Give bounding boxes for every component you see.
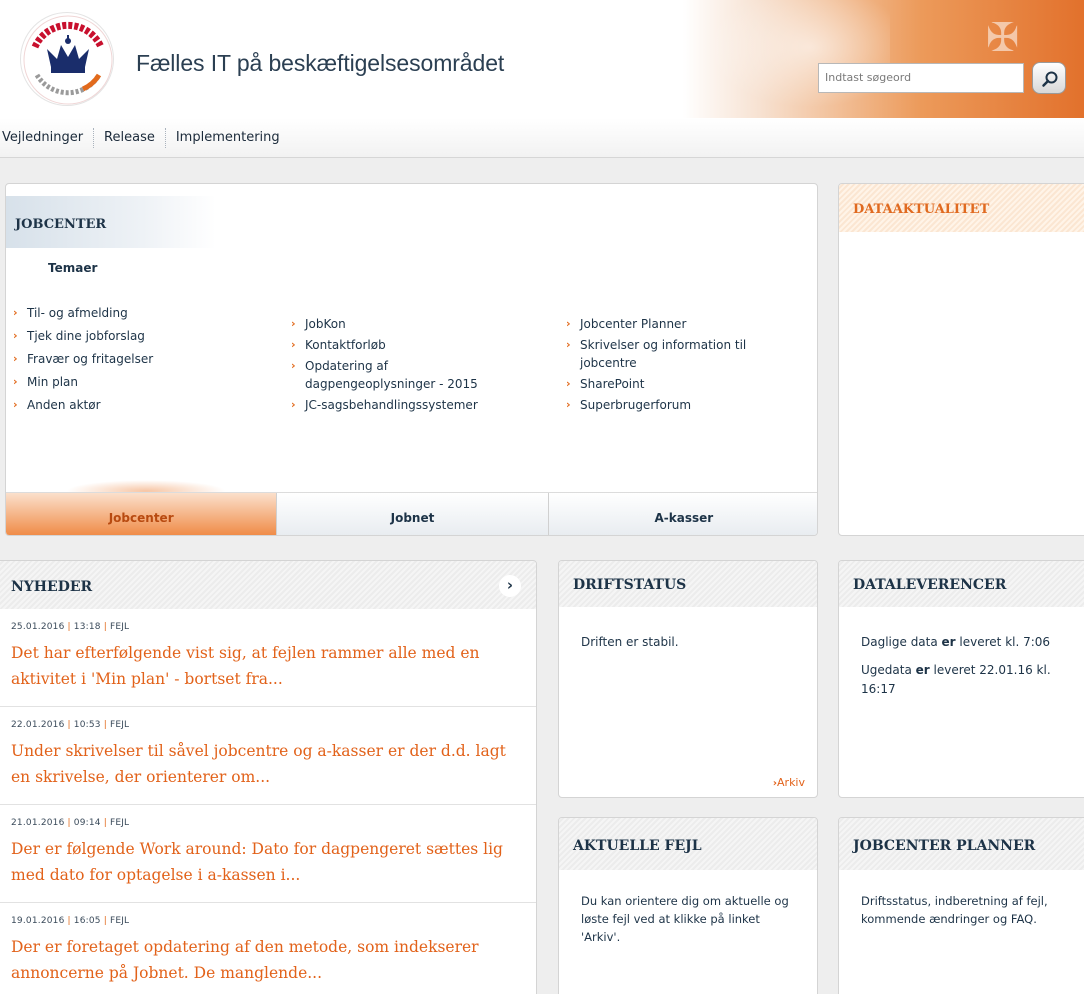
weekly-data-status: Ugedata er leveret 22.01.16 kl. 16:17 <box>861 663 1051 696</box>
aktuelle-fejl-title: AKTUELLE FEJL <box>559 818 817 870</box>
nyheder-panel: NYHEDER › 25.01.2016 | 13:18 | FEJL Det har … <box>0 560 537 994</box>
news-item[interactable]: 22.01.2016 | 10:53 | FEJL Under skrivelser t… <box>0 707 536 805</box>
news-meta: 21.01.2016 | 09:14 | FEJL <box>11 818 130 828</box>
dataleverencer-panel: DATALEVERENCER Daglige data er leveret k… <box>838 560 1084 798</box>
link-fravaer[interactable]: › Fravær og fritagelser <box>13 350 263 368</box>
jobcenter-tabs: Jobcenter Jobnet A-kasser <box>6 492 817 535</box>
search-input[interactable]: Indtast søgeord <box>818 63 1024 93</box>
daily-data-status: Daglige data er leveret kl. 7:06 <box>861 635 1051 649</box>
search-icon <box>1042 71 1058 87</box>
chevron-right-icon: › <box>13 306 18 319</box>
tab-jobcenter[interactable]: Jobcenter <box>6 493 278 535</box>
arkiv-link[interactable]: ›Arkiv <box>773 776 805 789</box>
link-jobcenter-planner[interactable]: › Jobcenter Planner <box>566 315 806 333</box>
site-logo[interactable] <box>20 12 114 106</box>
search-button[interactable] <box>1032 62 1066 94</box>
chevron-right-icon: › <box>566 377 571 390</box>
dataleverencer-title: DATALEVERENCER <box>839 561 1084 607</box>
chevron-right-icon: › <box>566 338 571 351</box>
driftstatus-panel: DRIFTSTATUS Driften er stabil. ›Arkiv <box>558 560 818 798</box>
jobcenter-title: JOBCENTER <box>6 196 216 248</box>
chevron-right-icon: › <box>13 398 18 411</box>
news-meta: 22.01.2016 | 10:53 | FEJL <box>11 720 130 730</box>
aktuelle-fejl-text: Du kan orientere dig om aktuelle og løst… <box>581 894 789 944</box>
nav-item-implementering[interactable]: Implementering <box>164 127 290 148</box>
news-headline-link[interactable]: Der er foretaget opdatering af den metod… <box>11 934 524 986</box>
nyheder-title: NYHEDER <box>11 579 93 595</box>
jobcenter-planner-text: Driftsstatus, indberetning af fejl, komm… <box>861 894 1048 926</box>
chevron-right-icon: › <box>566 317 571 330</box>
nyheder-header: NYHEDER › <box>0 561 536 609</box>
jobcenter-panel: JOBCENTER Temaer › Til- og afmelding › Tje… <box>5 183 818 536</box>
nav-item-vejledninger[interactable]: Vejledninger <box>0 128 93 148</box>
chevron-right-icon: › <box>566 398 571 411</box>
news-item[interactable]: 19.01.2016 | 16:05 | FEJL Der er foretaget o… <box>0 903 536 994</box>
link-jobkon[interactable]: › JobKon <box>291 315 531 333</box>
chevron-right-icon: › <box>13 329 18 342</box>
aktuelle-fejl-panel: AKTUELLE FEJL Du kan orientere dig om ak… <box>558 817 818 994</box>
temaer-column-3: › Jobcenter Planner › Skrivelser og inform… <box>566 315 806 417</box>
header-swirl-decoration <box>690 0 890 118</box>
news-headline-link[interactable]: Under skrivelser til såvel jobcentre og … <box>11 738 524 790</box>
chevron-right-icon: › <box>291 317 296 330</box>
chevron-right-icon: › <box>291 398 296 411</box>
link-sharepoint[interactable]: › SharePoint <box>566 375 806 393</box>
link-jc-sagsbehandling[interactable]: › JC-sagsbehandlingssystemer <box>291 396 531 414</box>
jobcenter-planner-title: JOBCENTER PLANNER <box>839 818 1084 870</box>
news-headline-link[interactable]: Der er følgende Work around: Dato for da… <box>11 836 524 888</box>
tab-a-kasser[interactable]: A-kasser <box>548 493 817 535</box>
link-til-og-afmelding[interactable]: › Til- og afmelding <box>13 304 263 322</box>
news-more-chevron-icon[interactable]: › <box>499 575 521 597</box>
nav-item-release[interactable]: Release <box>93 127 165 148</box>
temaer-heading: Temaer <box>48 261 98 275</box>
tab-jobnet[interactable]: Jobnet <box>277 493 549 535</box>
news-headline-link[interactable]: Det har efterfølgende vist sig, at fejle… <box>11 640 524 692</box>
jobcenter-planner-panel: JOBCENTER PLANNER Driftsstatus, indberet… <box>838 817 1084 994</box>
news-item[interactable]: 21.01.2016 | 09:14 | FEJL Der er følgende Wo… <box>0 805 536 903</box>
crown-logo-icon <box>23 15 113 105</box>
chevron-right-icon: › <box>13 352 18 365</box>
link-superbrugerforum[interactable]: › Superbrugerforum <box>566 396 806 414</box>
temaer-column-2: › JobKon › Kontaktforløb › Opdatering af da… <box>291 315 531 417</box>
news-item[interactable]: 25.01.2016 | 13:18 | FEJL Det har efterfølge… <box>0 609 536 707</box>
news-meta: 25.01.2016 | 13:18 | FEJL <box>11 622 130 632</box>
link-skrivelser[interactable]: › Skrivelser og information til jobcentre <box>566 336 766 372</box>
link-min-plan[interactable]: › Min plan <box>13 373 263 391</box>
driftstatus-title: DRIFTSTATUS <box>559 561 817 607</box>
news-meta: 19.01.2016 | 16:05 | FEJL <box>11 916 130 926</box>
link-opdatering-dagpenge[interactable]: › Opdatering af dagpengeoplysninger - 201… <box>291 357 511 393</box>
dataaktualitet-title: DATAAKTUALITET <box>839 184 1084 232</box>
top-navigation: Vejledninger Release Implementering <box>0 118 1084 158</box>
link-anden-aktoer[interactable]: › Anden aktør <box>13 396 263 414</box>
dataleverencer-body: Daglige data er leveret kl. 7:06 Ugedata… <box>839 607 1084 722</box>
link-kontaktforloeb[interactable]: › Kontaktforløb <box>291 336 531 354</box>
chevron-right-icon: › <box>291 338 296 351</box>
cross-decoration-icon: ✠ <box>986 15 1020 61</box>
chevron-right-icon: › <box>13 375 18 388</box>
dataaktualitet-panel: DATAAKTUALITET <box>838 183 1084 536</box>
link-tjek-jobforslag[interactable]: › Tjek dine jobforslag <box>13 327 263 345</box>
site-title[interactable]: Fælles IT på beskæftigelsesområdet <box>136 50 504 77</box>
chevron-right-icon: › <box>291 359 296 372</box>
driftstatus-text: Driften er stabil. <box>581 635 679 649</box>
temaer-column-1: › Til- og afmelding › Tjek dine jobforslag… <box>13 304 263 419</box>
site-header: Fælles IT på beskæftigelsesområdet ✠ Ind… <box>0 0 1084 118</box>
